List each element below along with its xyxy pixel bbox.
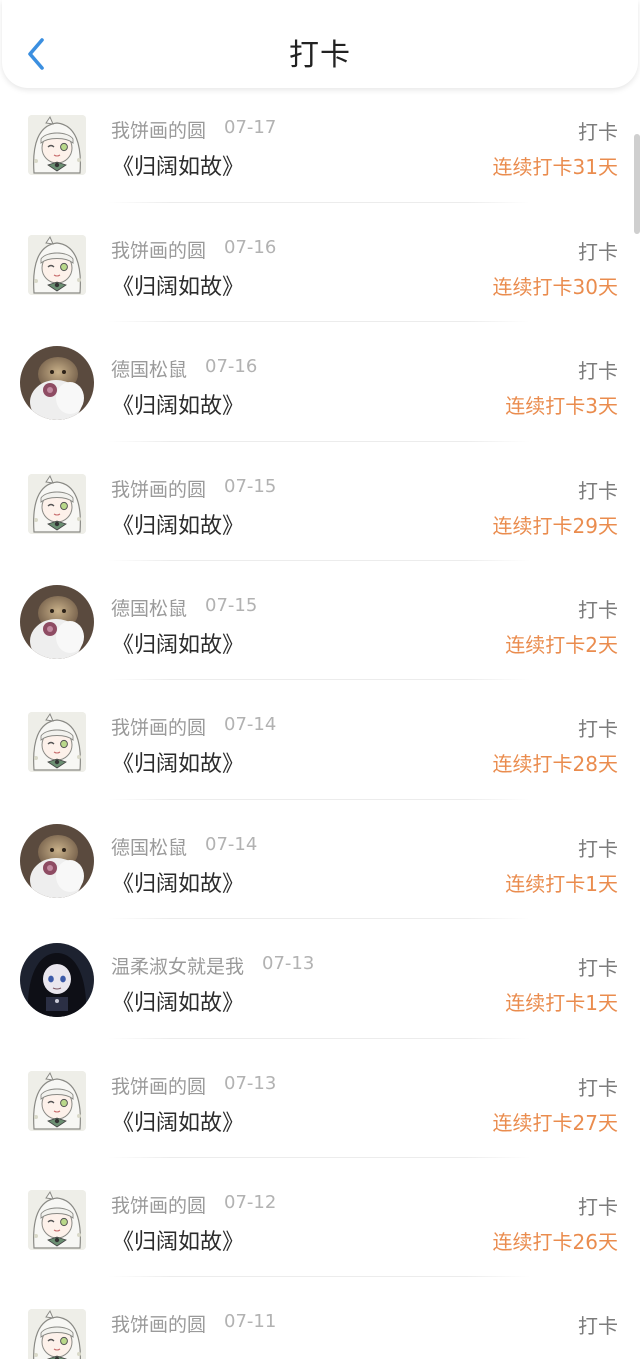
streak-count: 连续打卡1天	[505, 871, 618, 896]
checkin-type: 打卡	[578, 836, 618, 861]
checkin-type: 打卡	[578, 1075, 618, 1100]
checkin-date: 07-17	[224, 117, 277, 139]
list-item[interactable]: 德国松鼠 07-15 《归阔如故》 打卡连续打卡2天	[0, 561, 640, 681]
anime-girl-avatar[interactable]	[28, 115, 86, 176]
anime-girl-avatar[interactable]	[28, 234, 86, 295]
streak-count: 连续打卡29天	[492, 513, 618, 538]
list-item[interactable]: 我饼画的圆 07-12 《归阔如故》 打卡连续打卡26天	[0, 1158, 640, 1278]
book-title[interactable]: 《归阔如故》	[112, 388, 244, 420]
list-item[interactable]: 我饼画的圆 07-16 《归阔如故》 打卡连续打卡30天	[0, 203, 640, 323]
checkin-date: 07-13	[224, 1072, 277, 1094]
streak-count: 连续打卡31天	[492, 155, 618, 180]
book-title[interactable]: 《归阔如故》	[112, 746, 244, 778]
anime-girl-avatar[interactable]	[28, 1309, 86, 1359]
checkin-date: 07-13	[262, 953, 315, 975]
book-title[interactable]: 《归阔如故》	[112, 866, 244, 898]
book-title[interactable]: 《归阔如故》	[112, 508, 244, 540]
list-item[interactable]: 德国松鼠 07-16 《归阔如故》 打卡连续打卡3天	[0, 322, 640, 442]
username[interactable]: 我饼画的圆	[111, 1310, 206, 1337]
anime-girl-avatar[interactable]	[28, 1190, 86, 1250]
username[interactable]: 我饼画的圆	[111, 713, 206, 740]
checkin-date: 07-16	[224, 236, 277, 258]
username[interactable]: 德国松鼠	[111, 833, 187, 860]
checkin-type: 打卡	[578, 239, 618, 264]
list-item[interactable]: 我饼画的圆 07-13 《归阔如故》 打卡连续打卡27天	[0, 1039, 640, 1158]
checkin-date: 07-12	[224, 1192, 277, 1213]
streak-count: 连续打卡27天	[492, 1110, 618, 1135]
book-title[interactable]: 《归阔如故》	[112, 1224, 244, 1256]
list-item[interactable]: 德国松鼠 07-14 《归阔如故》 打卡连续打卡1天	[0, 800, 640, 920]
book-title[interactable]: 《归阔如故》	[112, 1105, 244, 1137]
streak-count: 连续打卡26天	[492, 1230, 618, 1254]
book-title[interactable]: 《归阔如故》	[112, 269, 244, 301]
top-bar: 打卡	[2, 0, 638, 88]
checkin-type: 打卡	[578, 359, 618, 384]
username[interactable]: 我饼画的圆	[111, 1191, 206, 1218]
list-item[interactable]: 我饼画的圆 07-17 《归阔如故》 打卡连续打卡31天	[0, 83, 640, 203]
book-title[interactable]: 《归阔如故》	[112, 985, 244, 1017]
username[interactable]: 我饼画的圆	[111, 1072, 206, 1099]
anime-girl-avatar[interactable]	[28, 473, 86, 534]
username[interactable]: 德国松鼠	[111, 594, 187, 621]
username[interactable]: 我饼画的圆	[111, 475, 206, 502]
checkin-date: 07-11	[224, 1311, 277, 1333]
anime-girl-avatar[interactable]	[28, 712, 86, 773]
username[interactable]: 我饼画的圆	[111, 236, 206, 263]
page-title: 打卡	[289, 38, 351, 73]
checkin-type: 打卡	[578, 717, 618, 742]
username[interactable]: 德国松鼠	[111, 355, 187, 382]
anime-girl-avatar[interactable]	[28, 1070, 86, 1131]
scrollbar[interactable]	[634, 134, 640, 234]
checkin-type: 打卡	[578, 120, 618, 145]
checkin-screen: 打卡 连续打卡32天我饼画的圆07-17《归阔如故》打卡连续打卡31天我饼画的圆…	[0, 0, 640, 1359]
streak-count: 连续打卡3天	[505, 394, 618, 419]
streak-count: 连续打卡28天	[492, 752, 618, 777]
book-title[interactable]: 《归阔如故》	[112, 627, 244, 659]
checkin-date: 07-15	[224, 475, 277, 497]
streak-count: 连续打卡1天	[505, 991, 618, 1016]
checkin-date: 07-15	[205, 595, 258, 616]
book-title[interactable]: 《归阔如故》	[112, 149, 244, 181]
list-item[interactable]: 我饼画的圆 07-15 《归阔如故》 打卡连续打卡29天	[0, 442, 640, 561]
checkin-date: 07-14	[205, 833, 258, 855]
checkin-type: 打卡	[578, 598, 618, 622]
plush-toy-avatar[interactable]	[20, 585, 94, 659]
checkin-date: 07-16	[205, 356, 258, 378]
plush-toy-avatar[interactable]	[20, 346, 94, 421]
checkin-date: 07-14	[224, 714, 277, 736]
checkin-type: 打卡	[578, 956, 618, 981]
streak-count: 连续打卡30天	[492, 274, 618, 299]
list-item[interactable]: 我饼画的圆 07-11 打卡	[0, 1277, 640, 1359]
streak-count: 连续打卡2天	[505, 633, 618, 657]
list-item[interactable]: 温柔淑女就是我 07-13 《归阔如故》 打卡连续打卡1天	[0, 919, 640, 1039]
plush-toy-avatar[interactable]	[20, 823, 94, 898]
checkin-type: 打卡	[578, 1314, 618, 1339]
checkin-type: 打卡	[578, 478, 618, 503]
list-item[interactable]: 我饼画的圆 07-14 《归阔如故》 打卡连续打卡28天	[0, 680, 640, 800]
username[interactable]: 温柔淑女就是我	[111, 952, 244, 979]
checkin-type: 打卡	[578, 1195, 618, 1219]
username[interactable]: 我饼画的圆	[111, 116, 206, 143]
dark-anime-avatar[interactable]	[20, 943, 94, 1018]
